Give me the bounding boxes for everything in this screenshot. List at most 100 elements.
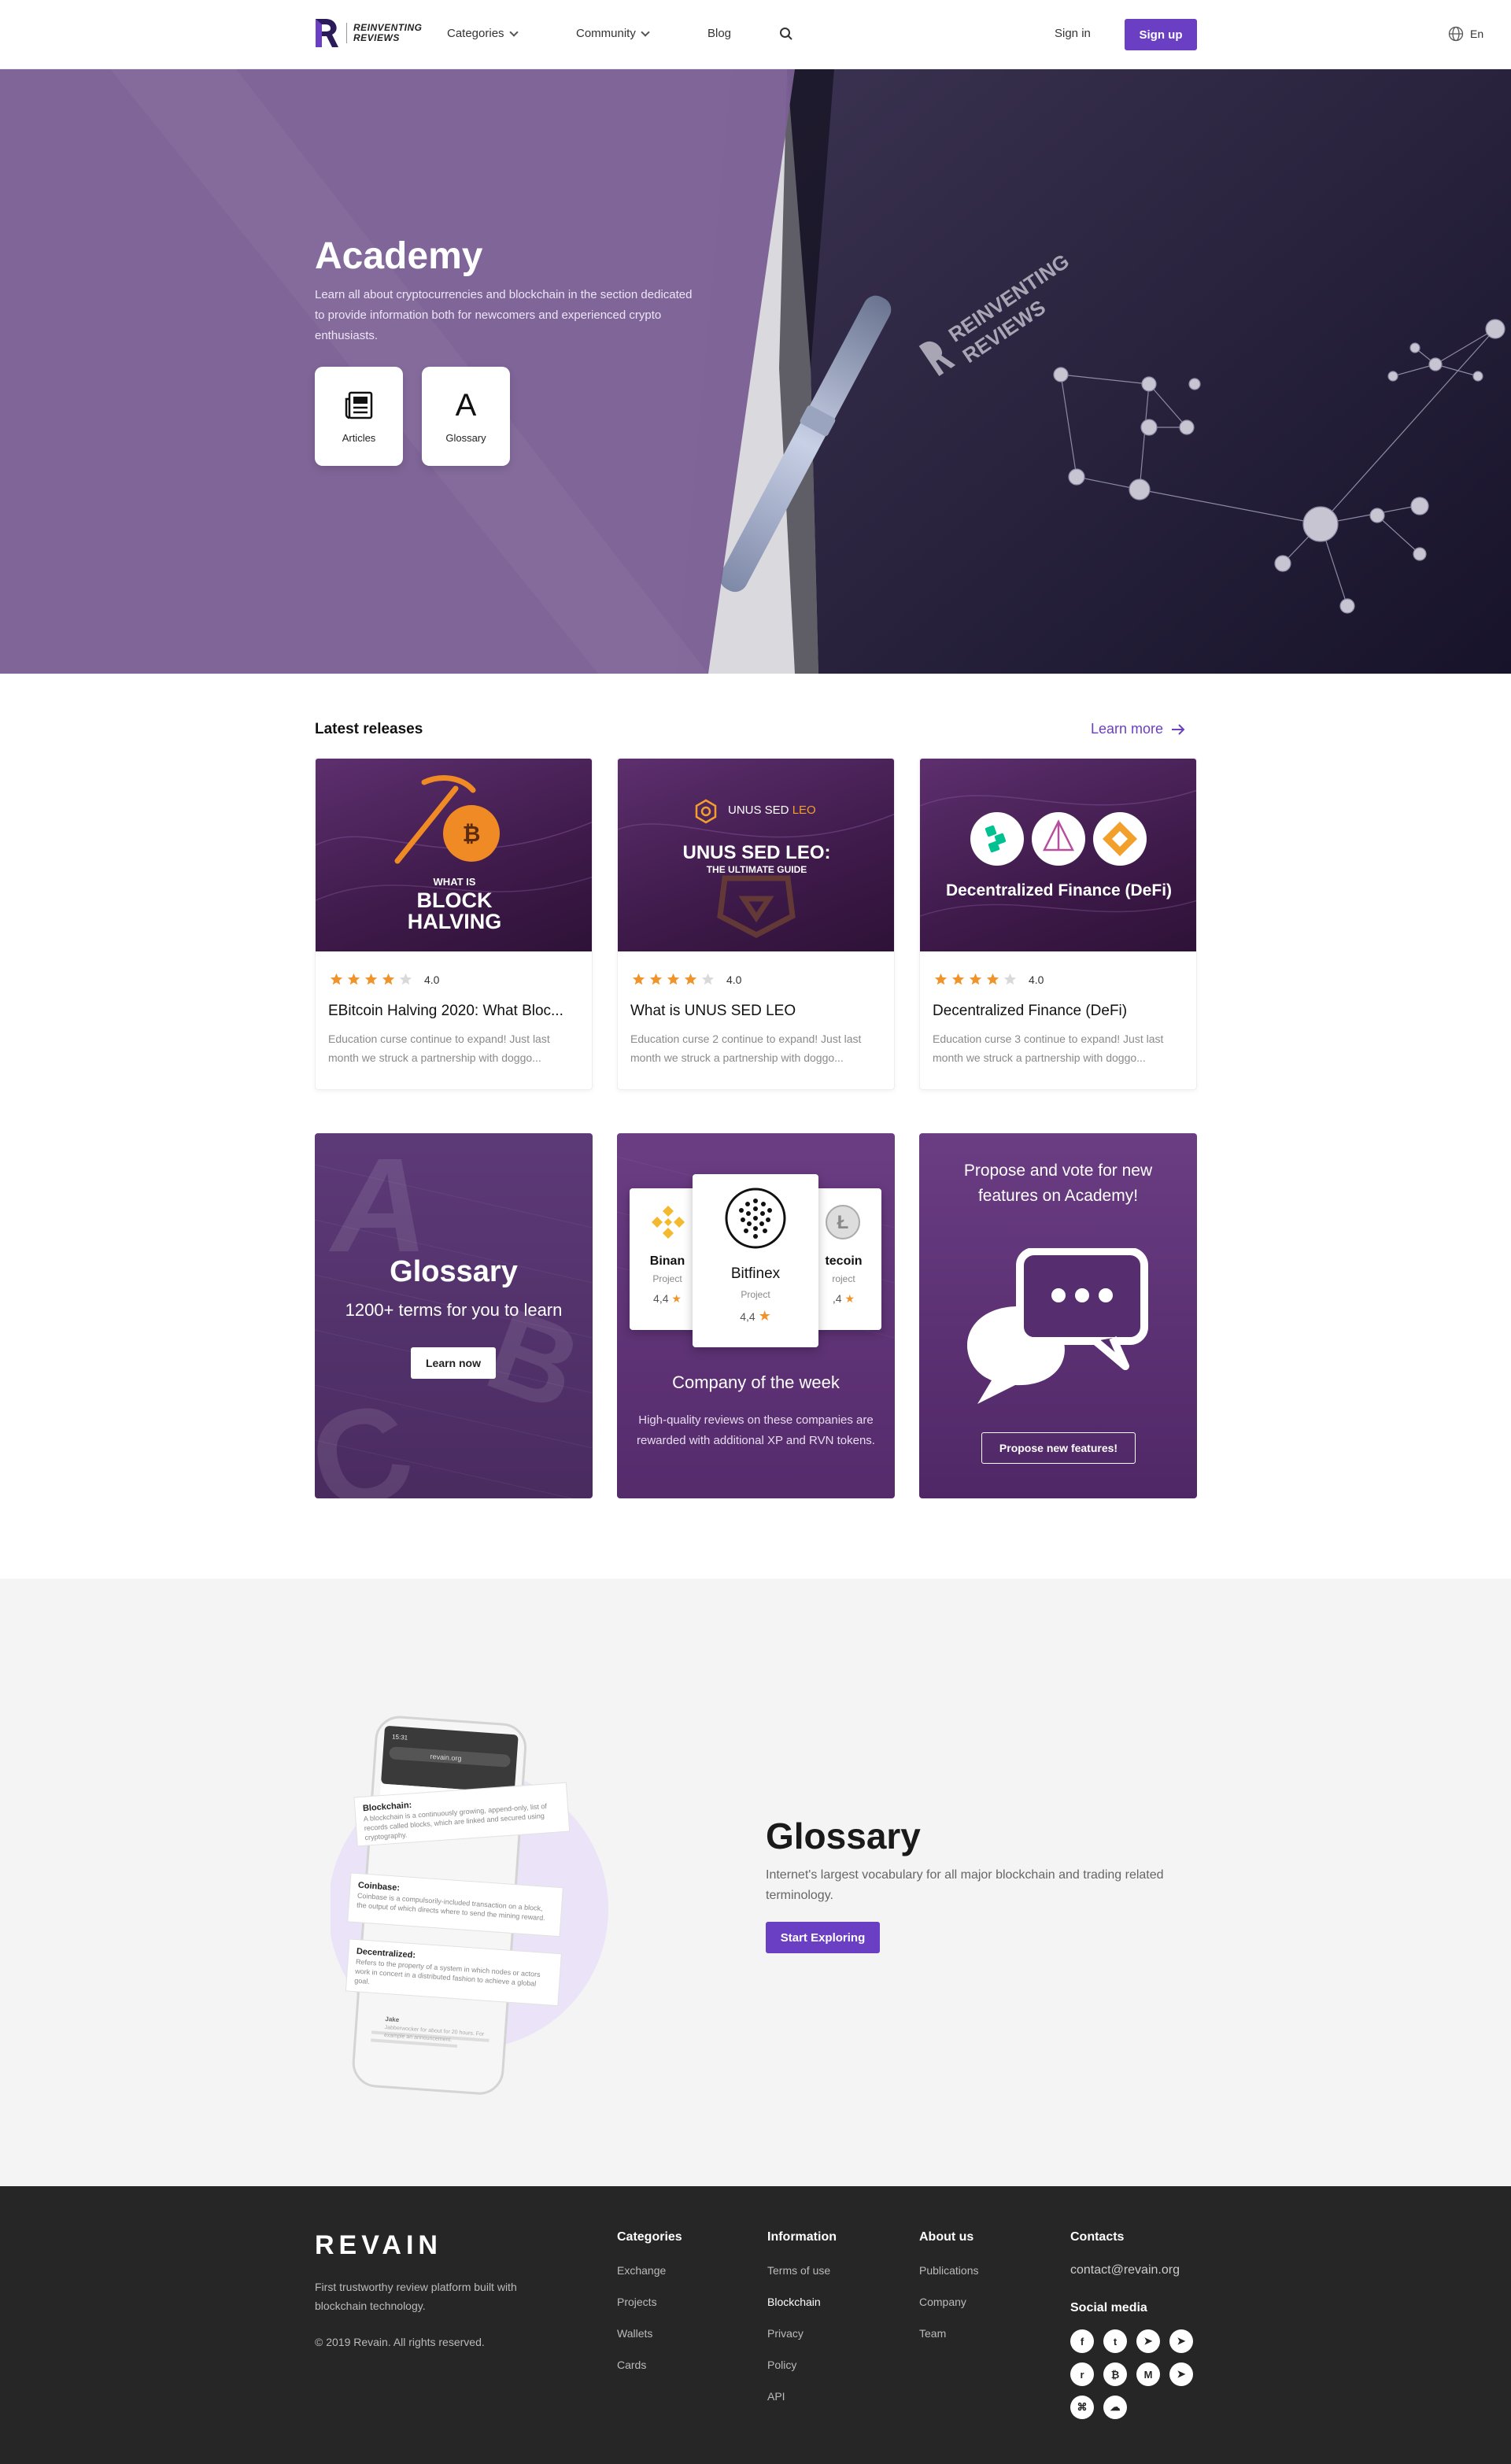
footer-link-policy[interactable]: Policy: [767, 2358, 837, 2372]
footer-col-categories: Categories Exchange Projects Wallets Car…: [617, 2230, 682, 2389]
footer-link-blockchain[interactable]: Blockchain: [767, 2295, 837, 2309]
telegram-icon[interactable]: ➤: [1136, 2329, 1160, 2353]
star-icon: [951, 973, 965, 985]
site-logo[interactable]: REINVENTING REVIEWS: [313, 17, 423, 49]
github-icon[interactable]: ⌘: [1070, 2396, 1094, 2419]
star-icon: [667, 973, 680, 985]
footer-link-cards[interactable]: Cards: [617, 2358, 682, 2372]
reddit-icon[interactable]: r: [1070, 2362, 1094, 2386]
signup-button[interactable]: Sign up: [1125, 19, 1197, 50]
company-card-bitfinex[interactable]: Bitfinex Project 4,4 ★: [693, 1174, 818, 1347]
card-description: Education curse 3 continue to expand! Ju…: [933, 1033, 1164, 1064]
card-title[interactable]: EBitcoin Halving 2020: What Bloc...: [328, 1003, 582, 1020]
card-description: Education curse continue to expand! Just…: [328, 1033, 550, 1064]
svg-text:₿: ₿: [463, 822, 481, 846]
svg-text:15:31: 15:31: [392, 1733, 408, 1741]
release-card[interactable]: ₿ WHAT IS BLOCK HALVING 4.0 EBitcoin Hal…: [315, 758, 593, 1090]
wechat-icon[interactable]: ☁: [1103, 2396, 1127, 2419]
phone-illustration: revain.org 15:31 R Blockchain: A blockch…: [328, 1705, 614, 2114]
star-icon: ★: [671, 1292, 682, 1305]
nav-categories[interactable]: Categories: [447, 27, 519, 40]
search-icon[interactable]: [779, 27, 793, 41]
card-image-unus-sed-leo: UNUS SED LEO UNUS SED LEO: THE ULTIMATE …: [618, 759, 894, 951]
logo-text: REINVENTING REVIEWS: [346, 23, 423, 43]
footer-link-exchange[interactable]: Exchange: [617, 2263, 682, 2277]
footer-col-title: About us: [919, 2230, 974, 2244]
footer-col-information: Information Terms of use Blockchain Priv…: [767, 2230, 837, 2421]
nav-community[interactable]: Community: [576, 27, 650, 40]
chevron-down-icon: [508, 27, 519, 37]
card-image-defi: Decentralized Finance (DeFi): [920, 759, 1196, 951]
arrow-right-icon: [1172, 723, 1185, 735]
social-media-title: Social media: [1070, 2301, 1147, 2314]
footer-link-api[interactable]: API: [767, 2389, 837, 2403]
start-exploring-button[interactable]: Start Exploring: [766, 1922, 880, 1953]
signin-link[interactable]: Sign in: [1055, 27, 1091, 40]
footer-link-terms[interactable]: Terms of use: [767, 2263, 837, 2277]
company-of-week-card[interactable]: Binan Project 4,4 ★ Ł tecoin roject ,4 ★…: [617, 1133, 895, 1498]
glossary-tile-label: Glossary: [445, 431, 486, 444]
footer-col-contacts: Contacts contact@revain.org Social media…: [1070, 2230, 1193, 2419]
card-image-caption: Decentralized Finance (DeFi): [945, 881, 1173, 900]
glossary-tile[interactable]: A Glossary: [422, 367, 510, 466]
revain-logo-icon: [316, 19, 338, 47]
glossary-section-description: Internet's largest vocabulary for all ma…: [766, 1868, 1164, 1902]
litecoin-logo-icon: Ł: [826, 1205, 860, 1239]
telegram-icon[interactable]: ➤: [1169, 2362, 1193, 2386]
star-rating: 4.0: [934, 973, 1044, 986]
footer-link-company[interactable]: Company: [919, 2295, 979, 2309]
star-icon: [399, 973, 412, 985]
footer-email-link[interactable]: contact@revain.org: [1070, 2263, 1193, 2277]
company-of-week-title: Company of the week: [672, 1372, 840, 1392]
footer-link-projects[interactable]: Projects: [617, 2295, 682, 2309]
glossary-promo-card[interactable]: A B C Glossary 1200+ terms for you to le…: [315, 1133, 593, 1498]
twitter-icon[interactable]: t: [1103, 2329, 1127, 2353]
star-icon: [986, 973, 999, 985]
svg-text:Jake: Jake: [385, 2015, 400, 2023]
footer-col-title: Contacts: [1070, 2230, 1125, 2244]
footer-link-privacy[interactable]: Privacy: [767, 2326, 837, 2340]
footer: REVAIN First trustworthy review platform…: [0, 2186, 1511, 2464]
star-rating: 4.0: [330, 973, 439, 986]
footer-link-wallets[interactable]: Wallets: [617, 2326, 682, 2340]
learn-now-button[interactable]: Learn now: [411, 1347, 496, 1379]
learn-more-link[interactable]: Learn more: [1091, 721, 1185, 737]
articles-tile[interactable]: Articles: [315, 367, 403, 466]
card-title[interactable]: What is UNUS SED LEO: [630, 1003, 884, 1020]
footer-link-team[interactable]: Team: [919, 2326, 979, 2340]
star-rating: 4.0: [632, 973, 741, 986]
glossary-section: revain.org 15:31 R Blockchain: A blockch…: [0, 1579, 1511, 2186]
bitcointalk-icon[interactable]: ₿: [1103, 2362, 1127, 2386]
chevron-down-icon: [641, 27, 650, 37]
articles-tile-label: Articles: [342, 431, 376, 444]
telegram-icon[interactable]: ➤: [1169, 2329, 1193, 2353]
card-title[interactable]: Decentralized Finance (DeFi): [933, 1003, 1186, 1020]
top-nav: REINVENTING REVIEWS Categories Community…: [0, 0, 1511, 69]
letter-a-icon: A: [455, 387, 477, 423]
footer-col-title: Categories: [617, 2230, 682, 2244]
glossary-promo-subtitle: 1200+ terms for you to learn: [345, 1300, 563, 1320]
facebook-icon[interactable]: f: [1070, 2329, 1094, 2353]
company-of-week-description: High-quality reviews on these companies …: [637, 1413, 875, 1447]
nav-blog[interactable]: Blog: [707, 27, 731, 40]
footer-copyright: © 2019 Revain. All rights reserved.: [315, 2336, 485, 2348]
language-selector[interactable]: En: [1448, 26, 1483, 42]
hero-background: REINVENTING REVIEWS: [0, 69, 1511, 674]
star-icon: [1003, 973, 1017, 985]
footer-link-publications[interactable]: Publications: [919, 2263, 979, 2277]
footer-tagline: First trustworthy review platform built …: [315, 2281, 517, 2312]
card-description: Education curse 2 continue to expand! Ju…: [630, 1033, 862, 1064]
binance-logo-icon: [652, 1206, 685, 1239]
propose-title: Propose and vote for new features on Aca…: [963, 1162, 1153, 1205]
star-icon: [934, 973, 948, 985]
release-card[interactable]: UNUS SED LEO UNUS SED LEO: THE ULTIMATE …: [617, 758, 895, 1090]
propose-features-card[interactable]: Propose and vote for new features on Aca…: [919, 1133, 1197, 1498]
propose-features-button[interactable]: Propose new features!: [981, 1432, 1136, 1464]
glossary-promo-title: Glossary: [390, 1255, 518, 1288]
newspaper-icon: [345, 391, 373, 419]
footer-logo[interactable]: REVAIN: [315, 2230, 442, 2261]
release-card[interactable]: Decentralized Finance (DeFi) 4.0 Decentr…: [919, 758, 1197, 1090]
medium-icon[interactable]: M: [1136, 2362, 1160, 2386]
star-icon: ★: [758, 1308, 771, 1324]
hero-title: Academy: [315, 235, 483, 277]
